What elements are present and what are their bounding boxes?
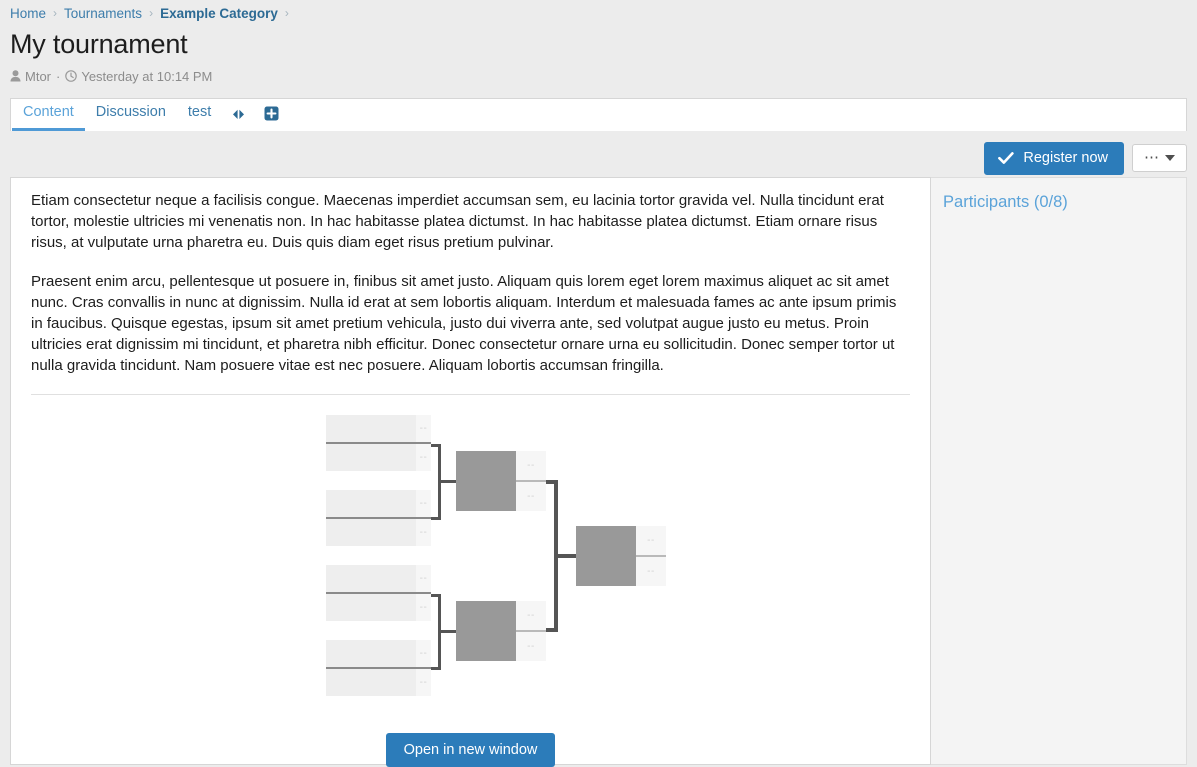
participants-title[interactable]: Participants (0/8) [943, 192, 1174, 212]
plus-square-icon [264, 106, 279, 121]
bracket-slot-name[interactable] [576, 557, 636, 586]
bracket-connector [438, 480, 456, 483]
body-paragraph: Praesent enim arcu, pellentesque ut posu… [21, 271, 920, 376]
breadcrumb-separator-icon: › [53, 6, 57, 20]
arrows-left-right-icon [231, 108, 246, 121]
bracket-slot-name[interactable] [326, 594, 416, 621]
tab-content[interactable]: Content [12, 98, 85, 131]
content-panel: Etiam consectetur neque a facilisis cong… [10, 177, 931, 765]
bracket-slot-score: -- [516, 482, 546, 511]
action-row: Register now ⋯ [0, 131, 1197, 177]
post-meta: Mtor · Yesterday at 10:14 PM [10, 67, 1187, 85]
bracket-slot-name[interactable] [456, 632, 516, 661]
bracket-slot-name[interactable] [576, 526, 636, 555]
register-now-label: Register now [1023, 150, 1108, 166]
tournament-bracket: -- -- -- -- [21, 401, 920, 731]
open-in-new-window-button[interactable]: Open in new window [386, 733, 556, 767]
bracket-slot-score: -- [636, 526, 666, 555]
title-block: My tournament Mtor · Yesterday at 10:14 … [0, 22, 1197, 85]
bracket-connector [431, 667, 441, 670]
participants-sidebar: Participants (0/8) [931, 177, 1187, 765]
breadcrumb-item-example-category[interactable]: Example Category [160, 6, 278, 21]
bracket-match-r2-2[interactable]: -- -- [456, 601, 546, 661]
bracket-slot-score: -- [416, 594, 431, 621]
page-title: My tournament [10, 27, 1187, 61]
tab-discussion[interactable]: Discussion [85, 98, 177, 131]
ellipsis-icon: ⋯ [1144, 153, 1160, 163]
bracket-slot-score: -- [516, 451, 546, 480]
bracket-slot-name[interactable] [326, 519, 416, 546]
breadcrumb-item-tournaments[interactable]: Tournaments [64, 6, 142, 21]
tab-add[interactable] [255, 100, 288, 131]
bracket-connector [546, 628, 558, 632]
bracket-match-r1-2[interactable]: -- -- [326, 490, 431, 546]
content-divider [31, 394, 910, 395]
open-new-window-row: Open in new window [21, 733, 920, 767]
user-icon [10, 70, 21, 82]
bracket-slot-score: -- [416, 640, 431, 667]
bracket-match-r1-3[interactable]: -- -- [326, 565, 431, 621]
tab-test[interactable]: test [177, 98, 222, 131]
bracket-slot-score: -- [516, 632, 546, 661]
bracket-slot-score: -- [416, 415, 431, 442]
bracket-slot-score: -- [636, 557, 666, 586]
post-author[interactable]: Mtor [25, 69, 51, 84]
bracket-slot-name[interactable] [326, 490, 416, 517]
bracket-slot-score: -- [416, 669, 431, 696]
bracket-connector [554, 554, 576, 558]
tab-reorder[interactable] [222, 102, 255, 131]
bracket-match-r2-1[interactable]: -- -- [456, 451, 546, 511]
bracket-match-r1-4[interactable]: -- -- [326, 640, 431, 696]
bracket-slot-name[interactable] [326, 444, 416, 471]
chevron-down-icon [1165, 155, 1175, 161]
breadcrumb-separator-icon: › [285, 6, 289, 20]
bracket-slot-name[interactable] [326, 415, 416, 442]
bracket-slot-score: -- [416, 519, 431, 546]
check-icon [998, 151, 1014, 165]
bracket-match-r1-1[interactable]: -- -- [326, 415, 431, 471]
body-paragraph: Etiam consectetur neque a facilisis cong… [21, 190, 920, 253]
breadcrumb-item-home[interactable]: Home [10, 6, 46, 21]
register-now-button[interactable]: Register now [984, 142, 1124, 175]
main-area: Etiam consectetur neque a facilisis cong… [10, 177, 1187, 765]
breadcrumb-separator-icon: › [149, 6, 153, 20]
bracket-connector [431, 517, 441, 520]
bracket-match-r3-1[interactable]: -- -- [576, 526, 666, 586]
more-actions-button[interactable]: ⋯ [1132, 144, 1187, 172]
bracket-slot-score: -- [416, 444, 431, 471]
bracket-slot-score: -- [416, 490, 431, 517]
bracket-slot-name[interactable] [456, 482, 516, 511]
bracket-slot-name[interactable] [456, 451, 516, 480]
bracket-slot-name[interactable] [326, 565, 416, 592]
breadcrumb: Home › Tournaments › Example Category › [0, 0, 1197, 22]
bracket-slot-name[interactable] [326, 669, 416, 696]
tab-bar: Content Discussion test [10, 98, 1187, 131]
bracket-slot-score: -- [516, 601, 546, 630]
bracket-slot-name[interactable] [456, 601, 516, 630]
meta-separator: · [56, 69, 60, 84]
bracket-slot-score: -- [416, 565, 431, 592]
bracket-slot-name[interactable] [326, 640, 416, 667]
post-timestamp[interactable]: Yesterday at 10:14 PM [81, 69, 212, 84]
clock-icon [65, 70, 77, 82]
bracket-connector [438, 630, 456, 633]
